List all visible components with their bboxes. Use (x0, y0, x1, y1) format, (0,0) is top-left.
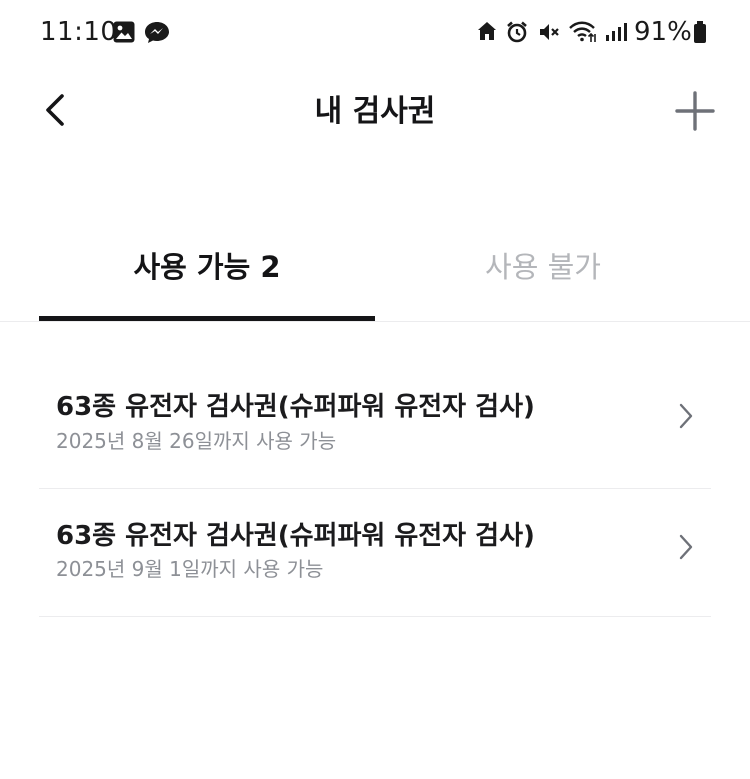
ticket-expiry: 2025년 8월 26일까지 사용 가능 (56, 429, 337, 453)
status-bar: 11:10 91% (0, 0, 750, 66)
gallery-icon (113, 21, 135, 43)
app-header: 내 검사권 (0, 66, 750, 156)
ticket-list: 63종 유전자 검사권(슈퍼파워 유전자 검사) 2025년 8월 26일까지 … (39, 322, 711, 617)
ticket-expiry: 2025년 9월 1일까지 사용 가능 (56, 557, 324, 581)
messenger-icon (145, 22, 169, 43)
add-button[interactable] (672, 88, 718, 134)
ticket-title: 63종 유전자 검사권(슈퍼파워 유전자 검사) (56, 392, 535, 422)
page-title: 내 검사권 (314, 94, 436, 129)
tab-unavailable[interactable]: 사용 불가 (375, 210, 711, 320)
status-time: 11:10 (40, 17, 118, 47)
ticket-tabs: 사용 가능 2 사용 불가 (0, 210, 750, 322)
chevron-right-icon (679, 403, 693, 429)
wifi-icon (569, 21, 596, 42)
home-icon (478, 22, 496, 40)
chevron-right-icon (679, 534, 693, 560)
ticket-item[interactable]: 63종 유전자 검사권(슈퍼파워 유전자 검사) 2025년 9월 1일까지 사… (39, 489, 711, 617)
signal-icon (606, 23, 627, 41)
ticket-item[interactable]: 63종 유전자 검사권(슈퍼파워 유전자 검사) 2025년 8월 26일까지 … (39, 322, 711, 489)
mute-icon (540, 24, 559, 40)
battery-icon (694, 21, 706, 43)
battery-percent: 91% (634, 17, 692, 47)
tab-available[interactable]: 사용 가능 2 (39, 210, 375, 320)
alarm-icon (507, 21, 527, 43)
ticket-title: 63종 유전자 검사권(슈퍼파워 유전자 검사) (56, 521, 535, 551)
